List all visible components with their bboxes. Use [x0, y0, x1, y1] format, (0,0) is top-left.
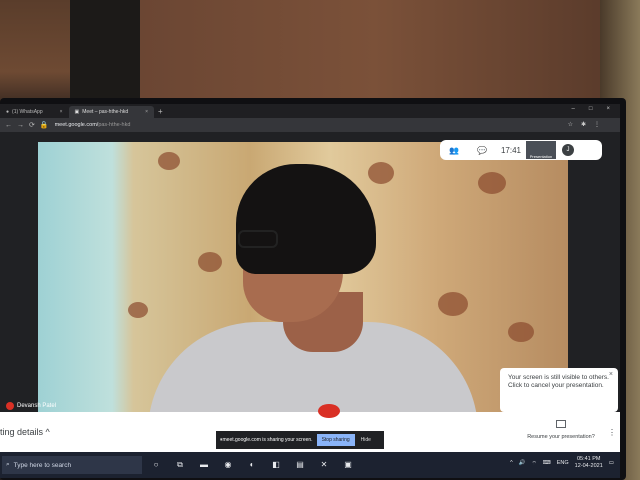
tab-bar: ● (1) WhatsApp × ▣ Meet – pas-hthe-hkd ×…	[0, 104, 620, 118]
curtain-flower	[478, 172, 506, 194]
close-window-button[interactable]: ×	[606, 106, 610, 112]
curtain-flower	[158, 152, 180, 170]
resume-label: Resume your presentation?	[527, 434, 595, 440]
clock-time: 05:41 PM	[576, 456, 601, 462]
chevron-up-icon: ^	[45, 427, 50, 437]
puzzle-icon[interactable]: ✱	[581, 121, 586, 128]
url-host: meet.google.com/	[54, 122, 99, 128]
curtain-flower	[508, 322, 534, 342]
meet-bottom-bar: ting details ^ ⏸ meet.google.com is shar…	[0, 404, 620, 452]
participant-name-tag: Devansh Patel	[6, 402, 56, 410]
taskbar-search[interactable]: ⌕ Type here to search	[2, 456, 142, 474]
hide-button[interactable]: Hide	[361, 437, 371, 443]
reload-button[interactable]: ⟳	[29, 121, 35, 129]
whatsapp-icon: ●	[6, 109, 10, 115]
app-icon[interactable]: ▣	[342, 460, 354, 470]
notification-icon[interactable]: ▭	[609, 460, 614, 466]
tooltip-text: Your screen is still visible to others. …	[508, 374, 609, 389]
presentation-tooltip: × Your screen is still visible to others…	[500, 368, 618, 412]
tab-label: Meet – pas-hthe-hkd	[82, 109, 129, 115]
close-tab-icon[interactable]: ×	[145, 109, 148, 115]
clock-date: 12-04-2021	[574, 463, 603, 469]
url-field[interactable]: meet.google.com/pas-hthe-hkd	[55, 122, 131, 128]
curtain-flower	[128, 302, 148, 318]
system-tray: ^ 🔊 ⌔ ⌨ ENG 05:41 PM 12-04-2021 ▭	[510, 456, 614, 470]
people-icon[interactable]: 👥	[440, 146, 468, 155]
task-view-icon[interactable]: ⧉	[174, 460, 186, 470]
resume-presentation-button[interactable]: Resume your presentation?	[526, 420, 596, 440]
sharing-text: meet.google.com is sharing your screen.	[222, 437, 313, 443]
present-icon	[556, 420, 566, 428]
meet-icon: ▣	[74, 109, 80, 115]
tab-meet[interactable]: ▣ Meet – pas-hthe-hkd ×	[68, 106, 155, 118]
office-icon[interactable]: ◧	[270, 460, 282, 470]
vscode-icon[interactable]: ✕	[318, 460, 330, 470]
taskbar-clock[interactable]: 05:41 PM 12-04-2021	[575, 456, 603, 470]
volume-icon[interactable]: 🔊	[519, 460, 526, 466]
tab-label: (1) WhatsApp	[12, 109, 43, 115]
chair	[70, 0, 140, 100]
stop-sharing-button[interactable]: Stop sharing	[316, 434, 355, 446]
close-icon[interactable]: ×	[609, 371, 613, 379]
taskbar-apps: ○ ⧉ ▬ ◉ ◐ ◧ ▤ ✕ ▣	[150, 460, 354, 470]
search-placeholder: Type here to search	[13, 461, 72, 469]
lock-icon: 🔒	[39, 122, 49, 129]
screen: ● (1) WhatsApp × ▣ Meet – pas-hthe-hkd ×…	[0, 104, 620, 478]
curtain-flower	[198, 252, 222, 272]
avatar[interactable]: J	[562, 144, 574, 156]
chat-icon[interactable]: 💬	[468, 146, 496, 155]
cortana-icon[interactable]: ○	[150, 460, 162, 470]
wifi-icon[interactable]: ⌔	[532, 460, 537, 467]
menu-icon[interactable]: ⋮	[594, 121, 600, 128]
new-tab-button[interactable]: +	[158, 106, 163, 118]
glasses	[238, 230, 278, 248]
meeting-details-label: ting details	[0, 427, 44, 437]
curtain-flower	[368, 162, 394, 184]
windows-taskbar: ⌕ Type here to search ○ ⧉ ▬ ◉ ◐ ◧ ▤ ✕ ▣ …	[0, 452, 620, 478]
window-controls: – □ ×	[572, 106, 610, 112]
language-indicator[interactable]: ENG	[557, 460, 569, 466]
end-call-button[interactable]	[318, 404, 340, 418]
self-view-thumbnail[interactable]: Presentation	[526, 141, 556, 159]
maximize-button[interactable]: □	[589, 106, 593, 112]
meet-top-panel: 👥 💬 17:41 Presentation J	[440, 140, 602, 160]
search-icon: ⌕	[6, 461, 10, 468]
meeting-details-button[interactable]: ting details ^	[0, 427, 50, 437]
meet-stage: 👥 💬 17:41 Presentation J Devansh Patel ×…	[0, 132, 620, 432]
participant-name: Devansh Patel	[17, 403, 57, 409]
close-tab-icon[interactable]: ×	[60, 109, 63, 115]
address-bar: ← → ⟳ 🔒 meet.google.com/pas-hthe-hkd ☆ ✱…	[0, 118, 620, 132]
wooden-door	[140, 0, 610, 100]
store-icon[interactable]: ▤	[294, 460, 306, 470]
back-button[interactable]: ←	[5, 122, 12, 129]
edge-icon[interactable]: ◐	[246, 460, 258, 470]
screen-sharing-bar: ⏸ meet.google.com is sharing your screen…	[216, 431, 384, 449]
file-explorer-icon[interactable]: ▬	[198, 460, 210, 470]
curtain-flower	[438, 292, 468, 316]
person-hair	[236, 164, 376, 274]
meeting-time: 17:41	[500, 145, 522, 155]
forward-button[interactable]: →	[17, 122, 24, 129]
tab-whatsapp[interactable]: ● (1) WhatsApp ×	[0, 106, 69, 118]
keyboard-icon[interactable]: ⌨	[543, 460, 551, 466]
self-view-label: Presentation	[529, 154, 553, 159]
extension-icons: ☆ ✱ ⋮	[568, 121, 600, 128]
minimize-button[interactable]: –	[572, 106, 575, 112]
presenter-video	[38, 142, 568, 420]
chrome-icon[interactable]: ◉	[222, 460, 234, 470]
more-options-icon[interactable]: ⋮	[608, 428, 616, 437]
star-icon[interactable]: ☆	[568, 121, 573, 128]
chevron-up-icon[interactable]: ^	[510, 460, 513, 466]
mic-off-icon	[6, 402, 14, 410]
url-path: pas-hthe-hkd	[98, 122, 131, 128]
